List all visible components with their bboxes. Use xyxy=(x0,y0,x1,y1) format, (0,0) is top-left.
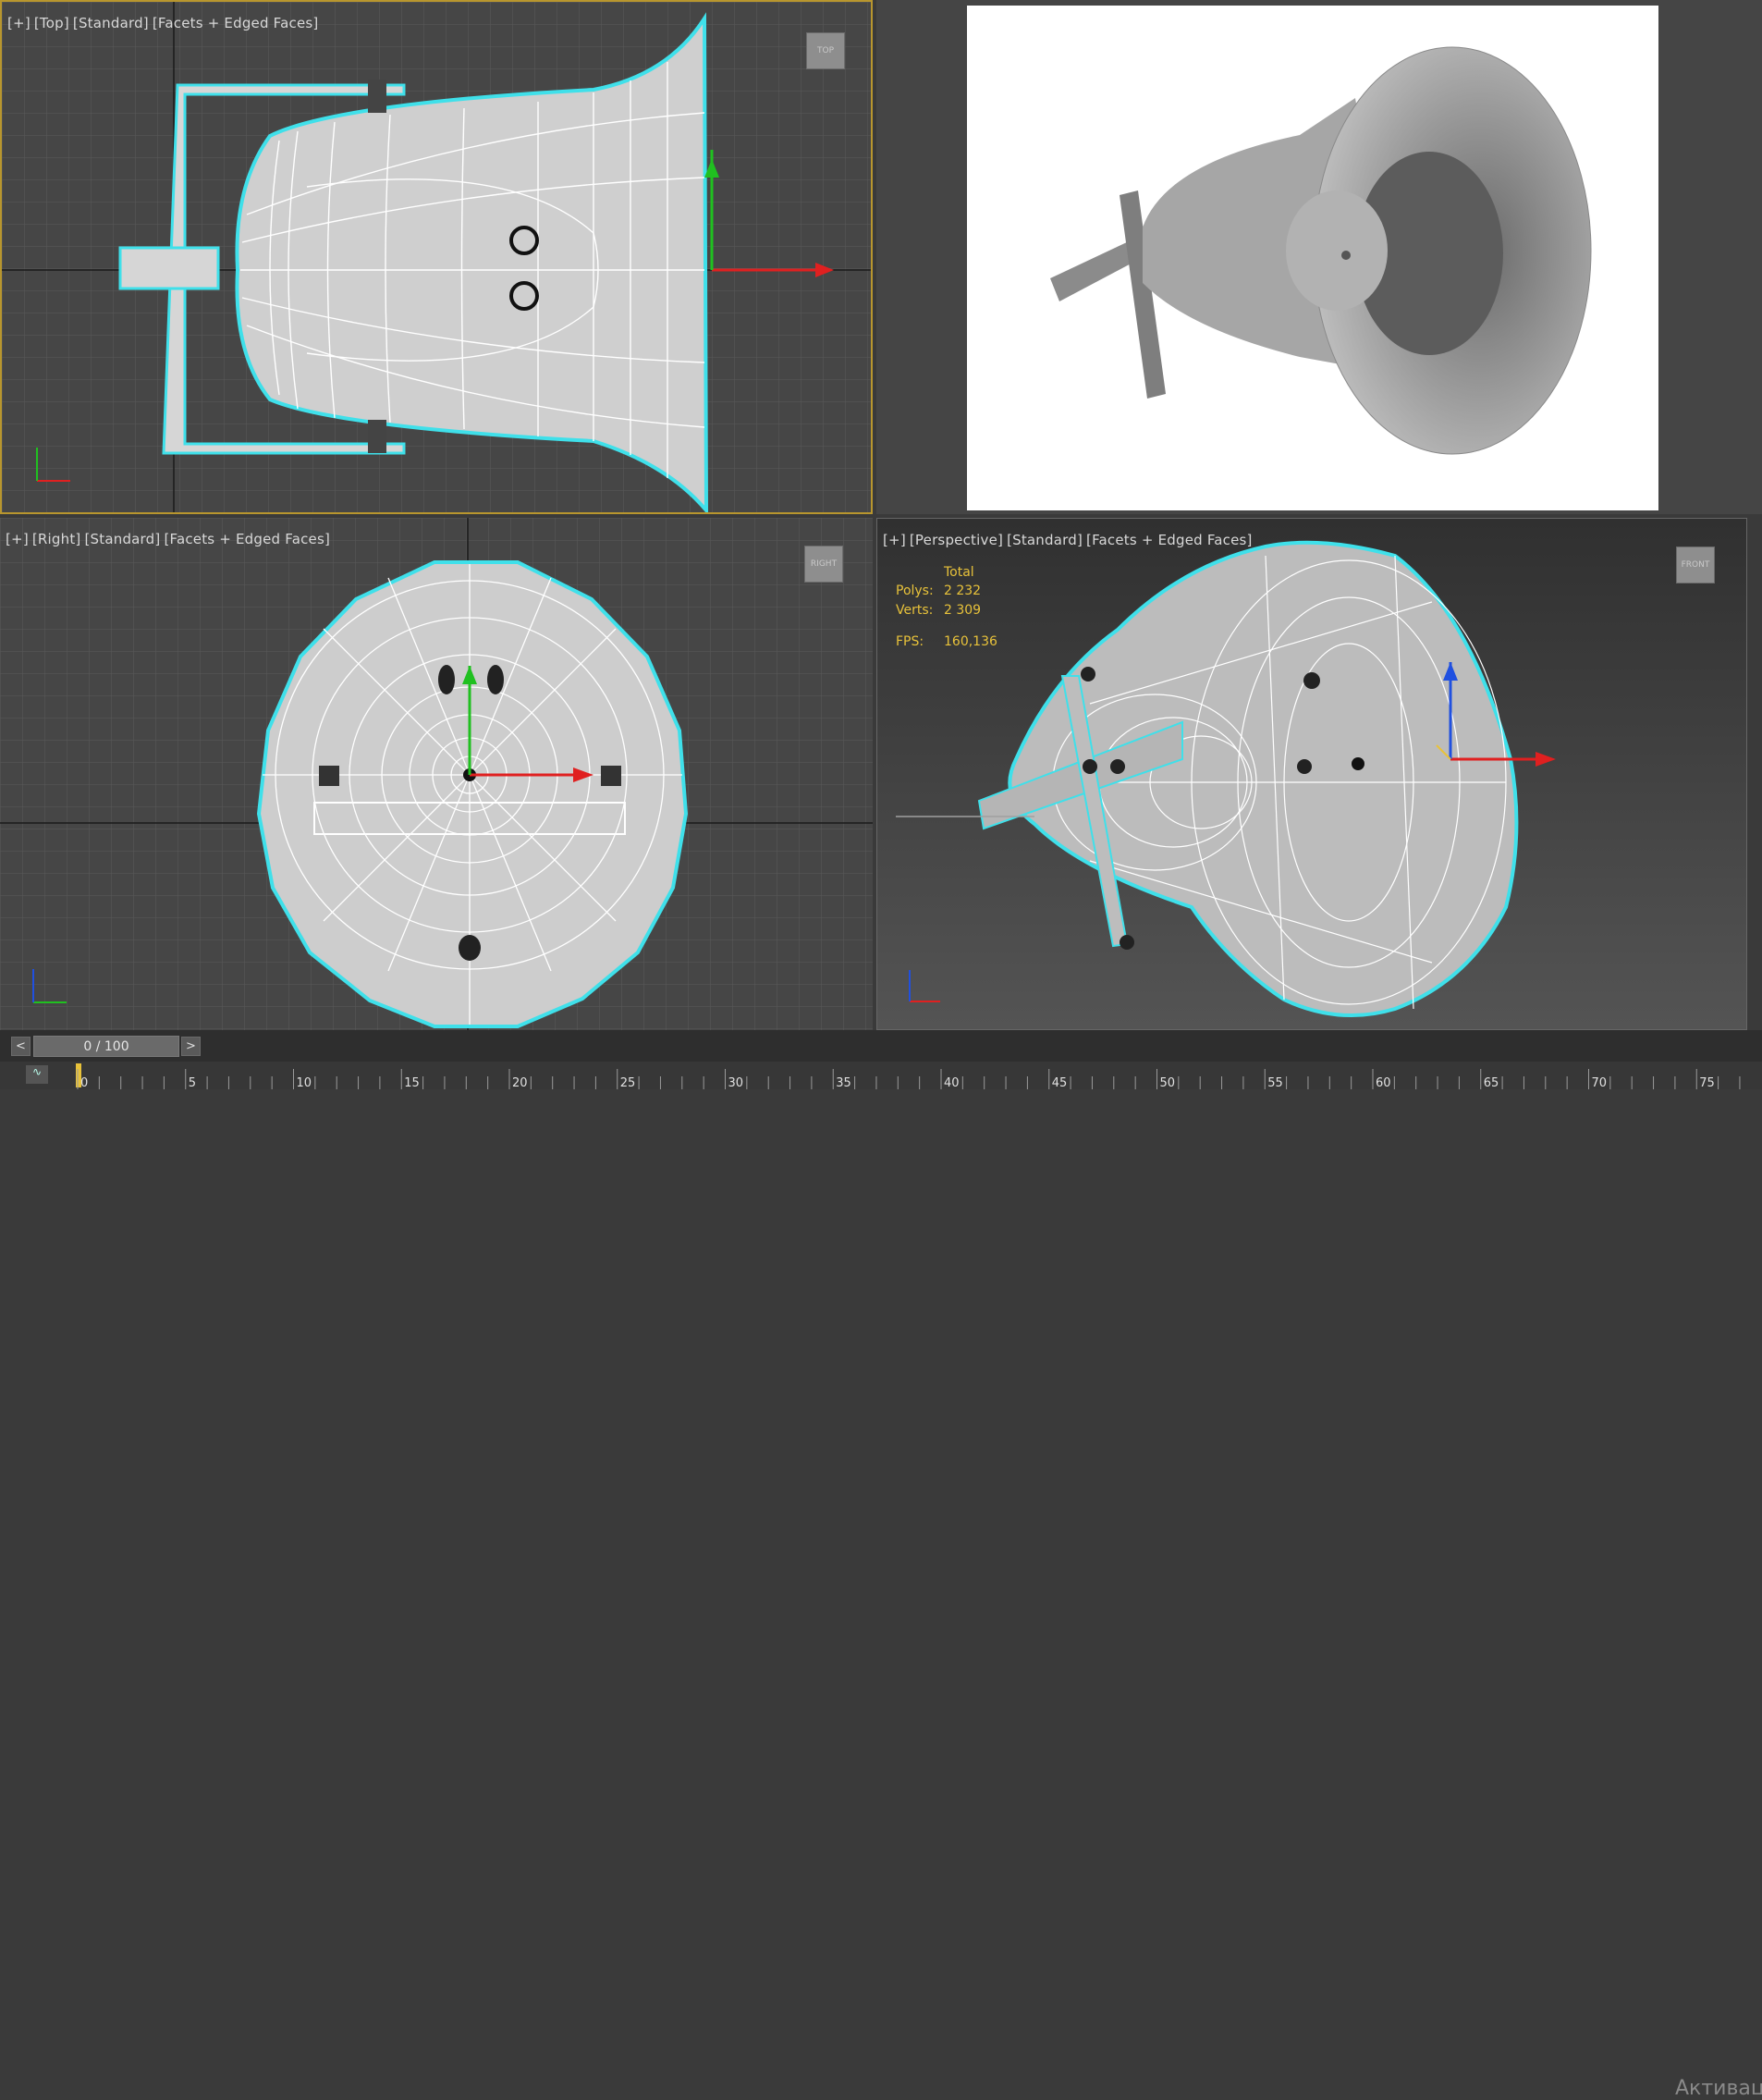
stats-header: Total xyxy=(944,565,974,580)
tick-label: 65 xyxy=(1483,1076,1499,1090)
top-viewport-label[interactable]: [+] [Top] [Standard] [Facets + Edged Faces] xyxy=(7,15,322,31)
tick-label: 20 xyxy=(512,1076,528,1090)
verts-label: Verts: xyxy=(896,603,934,618)
time-slider[interactable]: 0 / 100 xyxy=(33,1036,179,1057)
fps-value: 160,136 xyxy=(944,634,997,649)
right-viewport-label[interactable]: [+] [Right] [Standard] [Facets + Edged Face… xyxy=(6,531,334,547)
viewcube[interactable]: RIGHT xyxy=(804,546,843,583)
tick-label: 25 xyxy=(619,1076,636,1090)
tick-label: 40 xyxy=(944,1076,960,1090)
viewport-top[interactable]: [+] [Top] [Standard] [Facets + Edged Faces]… xyxy=(0,0,873,514)
prev-frame-button[interactable]: < xyxy=(11,1037,31,1056)
tick-label: 10 xyxy=(296,1076,312,1090)
viewport-right[interactable]: [+] [Right] [Standard] [Facets + Edged Face… xyxy=(0,518,873,1030)
tick-label: 35 xyxy=(836,1076,851,1090)
tick-label: 15 xyxy=(404,1076,420,1090)
tick-label: 60 xyxy=(1376,1076,1391,1090)
polys-value: 2 232 xyxy=(944,583,982,598)
timeline: < 0 / 100 > ∿ 0 5 10 15 20 25 30 35 40 45 50 55 60 65… xyxy=(0,1030,1762,2100)
tick-label: 50 xyxy=(1159,1076,1176,1090)
tick-label: 55 xyxy=(1267,1076,1283,1090)
viewcube[interactable]: FRONT xyxy=(1676,546,1715,583)
perspective-view-canvas xyxy=(896,540,1556,1018)
right-view-canvas xyxy=(0,518,873,1030)
verts-value: 2 309 xyxy=(944,603,982,618)
horn-render-icon xyxy=(1050,46,1592,455)
polys-label: Polys: xyxy=(896,583,934,598)
viewport-perspective[interactable]: [+] [Perspective] [Standard] [Facets + Edge… xyxy=(876,518,1747,1030)
tick-label: 5 xyxy=(188,1076,197,1090)
next-frame-button[interactable]: > xyxy=(181,1037,201,1056)
render-image xyxy=(967,6,1658,510)
tick-label: 0 xyxy=(80,1076,89,1090)
viewport-render[interactable] xyxy=(876,0,1762,514)
tick-label: 70 xyxy=(1591,1076,1608,1090)
tick-label: 45 xyxy=(1051,1076,1068,1090)
tick-label: 75 xyxy=(1699,1076,1715,1090)
watermark-text: Активац xyxy=(1675,2077,1762,2100)
fps-label: FPS: xyxy=(896,634,924,649)
perspective-viewport-label[interactable]: [+] [Perspective] [Standard] [Facets + Edge… xyxy=(883,532,1256,548)
tick-label: 30 xyxy=(728,1076,744,1090)
top-view-canvas xyxy=(2,2,871,512)
viewcube[interactable]: TOP xyxy=(806,32,845,69)
